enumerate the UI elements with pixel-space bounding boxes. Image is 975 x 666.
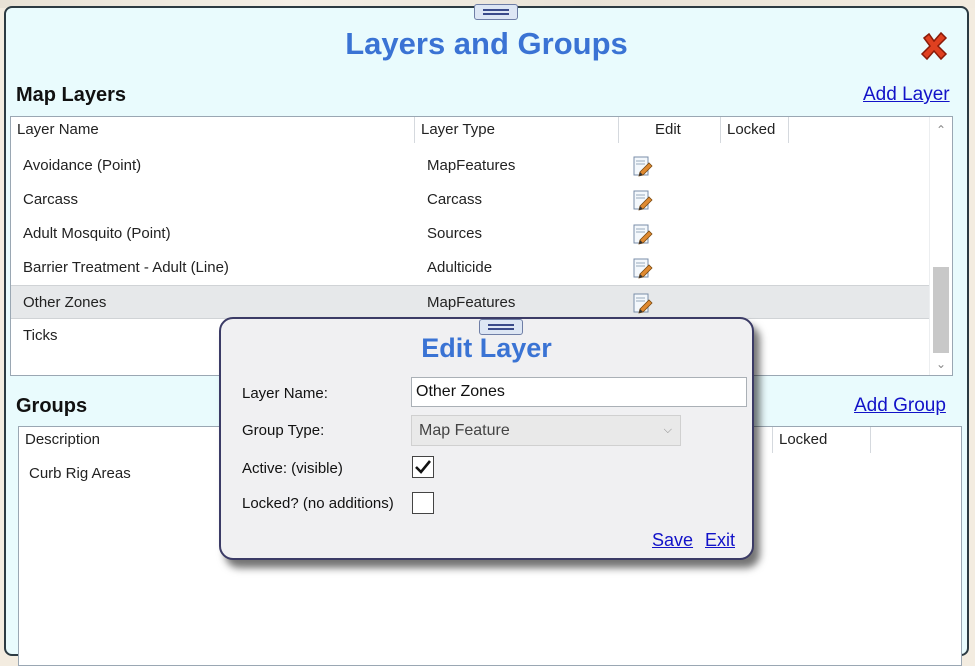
map-layers-header: Layer Name Layer Type Edit Locked <box>11 117 952 143</box>
close-icon <box>920 31 948 61</box>
checkmark-icon <box>415 460 432 474</box>
active-label: Active: (visible) <box>242 460 343 477</box>
locked-checkbox[interactable] <box>412 492 434 514</box>
layer-name-cell: Carcass <box>23 191 79 208</box>
edit-document-icon[interactable] <box>631 223 653 245</box>
active-checkbox[interactable] <box>412 456 434 478</box>
groups-heading: Groups <box>16 395 88 417</box>
edit-document-icon[interactable] <box>631 155 653 177</box>
column-header-layer-name[interactable]: Layer Name <box>11 117 415 143</box>
column-header-edit[interactable]: Edit <box>619 117 721 143</box>
layer-name-cell: Other Zones <box>23 294 107 311</box>
table-row-selected[interactable]: Other Zones MapFeatures <box>11 285 930 319</box>
chevron-down-icon: ⌵ <box>663 424 672 436</box>
add-layer-link[interactable]: Add Layer <box>863 84 950 106</box>
locked-label: Locked? (no additions) <box>242 495 394 512</box>
layer-name-cell: Avoidance (Point) <box>23 157 142 174</box>
layer-name-cell: Ticks <box>23 327 58 344</box>
save-link[interactable]: Save <box>652 530 693 551</box>
layer-name-cell: Adult Mosquito (Point) <box>23 225 171 242</box>
group-type-select[interactable]: Map Feature ⌵ <box>411 415 681 446</box>
layer-name-cell: Barrier Treatment - Adult (Line) <box>23 259 229 276</box>
edit-document-icon[interactable] <box>631 257 653 279</box>
column-header-layer-type[interactable]: Layer Type <box>415 117 619 143</box>
layer-type-cell: MapFeatures <box>427 157 516 174</box>
layer-type-cell: Adulticide <box>427 259 493 276</box>
edit-document-icon[interactable] <box>631 292 653 314</box>
scroll-thumb[interactable] <box>933 267 949 353</box>
scroll-down-icon[interactable]: ⌄ <box>930 355 952 373</box>
dialog-title: Edit Layer <box>421 333 552 363</box>
table-row[interactable]: Avoidance (Point) MapFeatures <box>11 149 930 183</box>
close-button[interactable] <box>918 30 950 62</box>
table-row[interactable]: Barrier Treatment - Adult (Line) Adultic… <box>11 251 930 285</box>
panel-drag-handle[interactable] <box>474 4 518 20</box>
edit-layer-dialog: Edit Layer Layer Name: Group Type: Map F… <box>219 317 754 560</box>
panel-title: Layers and Groups <box>345 26 628 61</box>
column-header-locked[interactable]: Locked <box>721 117 789 143</box>
layer-type-cell: Carcass <box>427 191 483 208</box>
edit-document-icon[interactable] <box>631 189 653 211</box>
scroll-up-icon[interactable]: ⌃ <box>930 121 952 139</box>
map-layers-heading: Map Layers <box>16 84 127 106</box>
layer-type-cell: Sources <box>427 225 483 242</box>
group-type-label: Group Type: <box>242 422 325 439</box>
group-type-value: Map Feature <box>419 422 510 439</box>
column-header-groups-locked[interactable]: Locked <box>773 427 871 453</box>
add-group-link[interactable]: Add Group <box>854 395 946 417</box>
map-layers-scrollbar[interactable]: ⌃ ⌄ <box>929 117 952 375</box>
layer-name-label: Layer Name: <box>242 385 328 402</box>
layer-name-input[interactable] <box>411 377 747 407</box>
table-row[interactable]: Adult Mosquito (Point) Sources <box>11 217 930 251</box>
group-description-cell: Curb Rig Areas <box>29 465 131 482</box>
layer-type-cell: MapFeatures <box>427 294 516 311</box>
exit-link[interactable]: Exit <box>705 530 735 551</box>
table-row[interactable]: Carcass Carcass <box>11 183 930 217</box>
